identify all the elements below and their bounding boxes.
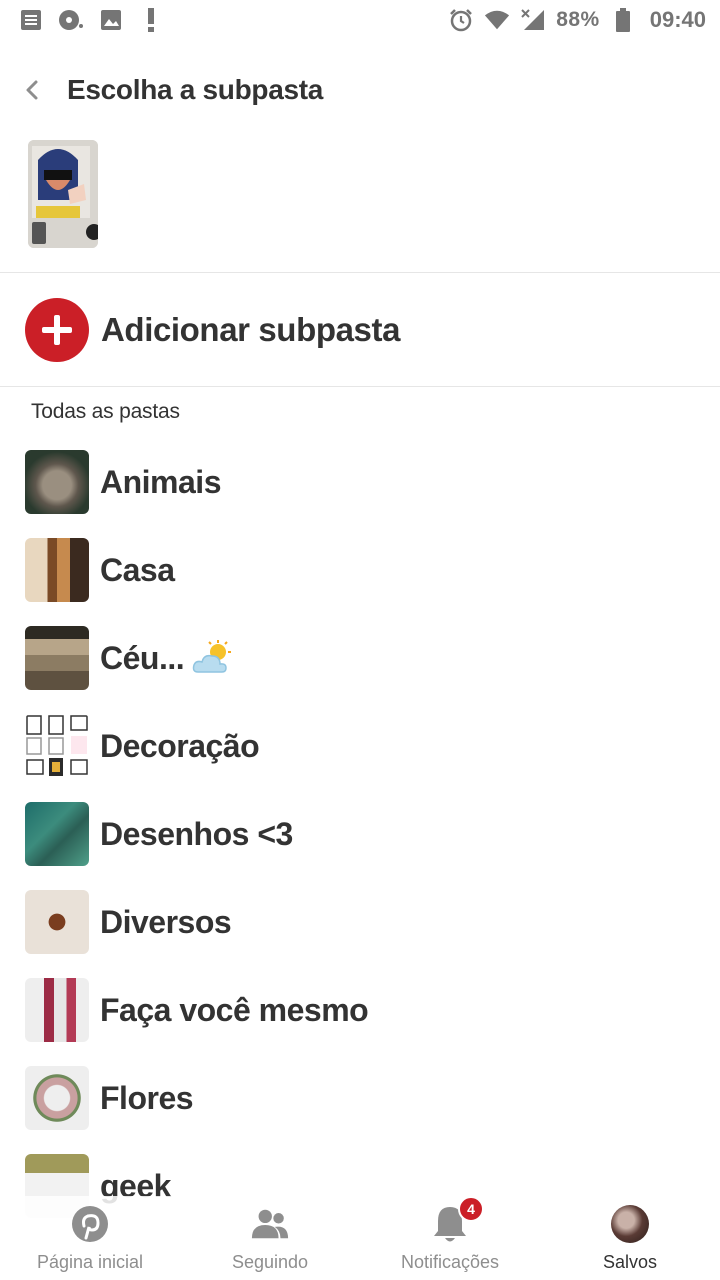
signal-icon bbox=[520, 7, 546, 33]
nav-avatar-wrapper bbox=[610, 1204, 650, 1244]
board-item-casa[interactable]: Casa bbox=[0, 538, 720, 626]
board-name: Flores bbox=[100, 1080, 194, 1116]
people-icon bbox=[250, 1204, 290, 1244]
nav-following-label: Seguindo bbox=[231, 1252, 309, 1272]
board-item-faca-voce-mesmo[interactable]: Faça você mesmo bbox=[0, 978, 720, 1066]
board-thumbnail bbox=[25, 538, 89, 602]
board-item-animais[interactable]: Animais bbox=[0, 450, 720, 538]
add-circle bbox=[25, 298, 89, 362]
board-name: Animais bbox=[100, 464, 221, 500]
add-subfolder-button[interactable]: Adicionar subpasta bbox=[0, 292, 720, 368]
divider-top bbox=[0, 272, 720, 273]
nav-home-label: Página inicial bbox=[36, 1252, 144, 1272]
battery-percent: 88% bbox=[556, 8, 600, 31]
add-subfolder-label: Adicionar subpasta bbox=[101, 311, 401, 348]
bell-icon: 4 bbox=[430, 1196, 484, 1244]
divider-bottom bbox=[0, 386, 720, 387]
bottom-navigation: Página inicial Seguindo 4 Notificações S… bbox=[0, 1196, 720, 1280]
wifi-icon bbox=[484, 7, 510, 33]
avatar bbox=[611, 1205, 649, 1243]
sun-behind-cloud-icon bbox=[192, 640, 232, 676]
board-name-wrapper: Céu... bbox=[100, 626, 232, 690]
back-button[interactable] bbox=[0, 62, 64, 118]
board-name: Desenhos <3 bbox=[100, 816, 293, 852]
board-item-flores[interactable]: Flores bbox=[0, 1066, 720, 1154]
notes-icon bbox=[18, 7, 44, 33]
board-preview-image bbox=[28, 140, 98, 248]
alarm-icon bbox=[448, 7, 474, 33]
board-item-diversos[interactable]: Diversos bbox=[0, 890, 720, 978]
board-thumbnail bbox=[25, 714, 89, 778]
chevron-left-icon bbox=[26, 80, 38, 100]
nav-saved-label: Salvos bbox=[602, 1252, 658, 1272]
board-thumbnail bbox=[25, 802, 89, 866]
board-name: Casa bbox=[100, 552, 175, 588]
board-item-desenhos[interactable]: Desenhos <3 bbox=[0, 802, 720, 890]
nav-notifications-label: Notificações bbox=[400, 1252, 500, 1272]
board-thumbnail bbox=[25, 1066, 89, 1130]
app-header: Escolha a subpasta bbox=[0, 62, 720, 118]
alert-icon bbox=[138, 7, 164, 33]
status-bar-left bbox=[18, 7, 164, 33]
boards-list: Animais Casa Céu... Decoração Desenhos <… bbox=[0, 450, 720, 1242]
nav-notifications[interactable]: 4 Notificações bbox=[360, 1196, 540, 1280]
board-thumbnail bbox=[25, 978, 89, 1042]
status-bar-right: 88% 09:40 bbox=[448, 7, 706, 33]
nav-saved[interactable]: Salvos bbox=[540, 1196, 720, 1280]
board-name: Decoração bbox=[100, 728, 260, 764]
board-item-decoracao[interactable]: Decoração bbox=[0, 714, 720, 802]
board-name: Céu... bbox=[100, 640, 185, 676]
image-icon bbox=[98, 7, 124, 33]
disc-icon bbox=[58, 7, 84, 33]
board-name: Diversos bbox=[100, 904, 232, 940]
battery-icon bbox=[610, 7, 636, 33]
plus-icon bbox=[42, 315, 72, 345]
board-name: Faça você mesmo bbox=[100, 992, 369, 1028]
board-item-ceu[interactable]: Céu... bbox=[0, 626, 720, 714]
board-thumbnail bbox=[25, 626, 89, 690]
pinterest-icon bbox=[70, 1204, 110, 1244]
board-thumbnail bbox=[25, 890, 89, 954]
page-title: Escolha a subpasta bbox=[67, 74, 324, 105]
nav-following[interactable]: Seguindo bbox=[180, 1196, 360, 1280]
clock: 09:40 bbox=[649, 7, 706, 32]
notifications-badge: 4 bbox=[458, 1196, 484, 1222]
board-thumbnail bbox=[25, 450, 89, 514]
status-bar: 88% 09:40 bbox=[0, 0, 720, 40]
nav-home[interactable]: Página inicial bbox=[0, 1196, 180, 1280]
section-label: Todas as pastas bbox=[31, 400, 180, 423]
